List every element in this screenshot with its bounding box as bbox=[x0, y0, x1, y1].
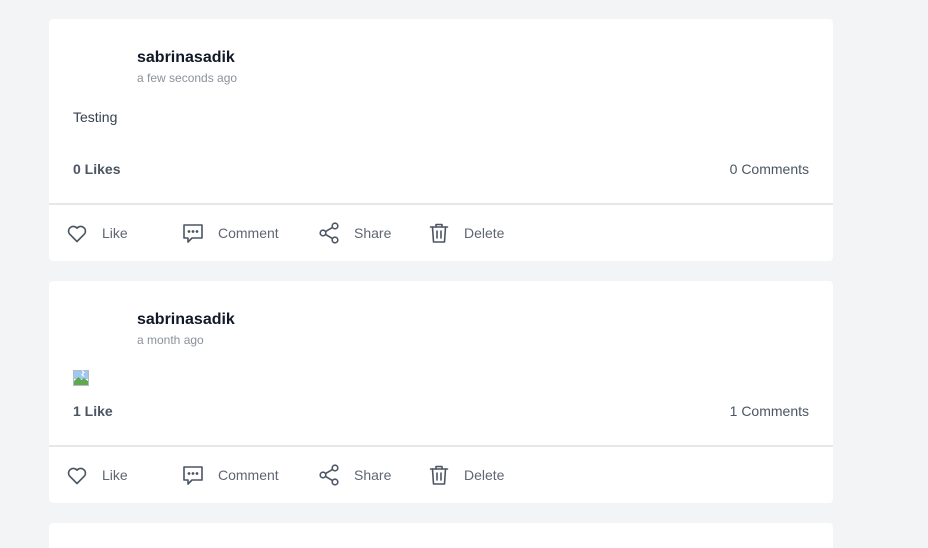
trash-icon bbox=[429, 465, 449, 485]
post-timestamp: a few seconds ago bbox=[137, 71, 238, 85]
post-feed: sabrinasadik a few seconds ago Testing 0… bbox=[0, 0, 928, 548]
comments-count[interactable]: 0 Comments bbox=[730, 161, 809, 177]
post-timestamp: a month ago bbox=[137, 333, 204, 347]
comments-count[interactable]: 1 Comments bbox=[730, 403, 809, 419]
post-card: sabrinasadik a month ago 1 Like 1 Commen… bbox=[49, 281, 833, 503]
like-label: Like bbox=[102, 467, 128, 483]
likes-count[interactable]: 1 Like bbox=[73, 403, 113, 419]
likes-count[interactable]: 0 Likes bbox=[73, 161, 120, 177]
heart-icon bbox=[67, 467, 87, 485]
post-actions: Like Comment Share Delete bbox=[49, 205, 833, 261]
comment-label: Comment bbox=[218, 467, 279, 483]
heart-icon bbox=[67, 225, 87, 243]
share-label: Share bbox=[354, 225, 392, 241]
like-button[interactable]: Like bbox=[65, 205, 128, 261]
delete-label: Delete bbox=[464, 225, 505, 241]
post-card: sabrinasadik a few seconds ago Testing 0… bbox=[49, 19, 833, 261]
post-card bbox=[49, 523, 833, 548]
share-button[interactable]: Share bbox=[317, 205, 391, 261]
delete-button[interactable]: Delete bbox=[427, 205, 504, 261]
share-label: Share bbox=[354, 467, 392, 483]
share-icon bbox=[319, 464, 339, 486]
comment-button[interactable]: Comment bbox=[181, 447, 279, 503]
trash-icon bbox=[429, 223, 449, 243]
post-text: Testing bbox=[73, 109, 118, 125]
comment-icon bbox=[183, 466, 203, 485]
like-button[interactable]: Like bbox=[65, 447, 128, 503]
delete-button[interactable]: Delete bbox=[427, 447, 504, 503]
delete-label: Delete bbox=[464, 467, 505, 483]
post-author[interactable]: sabrinasadik bbox=[137, 311, 235, 329]
post-author[interactable]: sabrinasadik bbox=[137, 49, 235, 67]
comment-icon bbox=[183, 224, 203, 243]
share-icon bbox=[319, 222, 339, 244]
comment-button[interactable]: Comment bbox=[181, 205, 279, 261]
comment-label: Comment bbox=[218, 225, 279, 241]
post-actions: Like Comment Share Delete bbox=[49, 447, 833, 503]
like-label: Like bbox=[102, 225, 128, 241]
share-button[interactable]: Share bbox=[317, 447, 391, 503]
broken-image-icon bbox=[73, 370, 89, 386]
